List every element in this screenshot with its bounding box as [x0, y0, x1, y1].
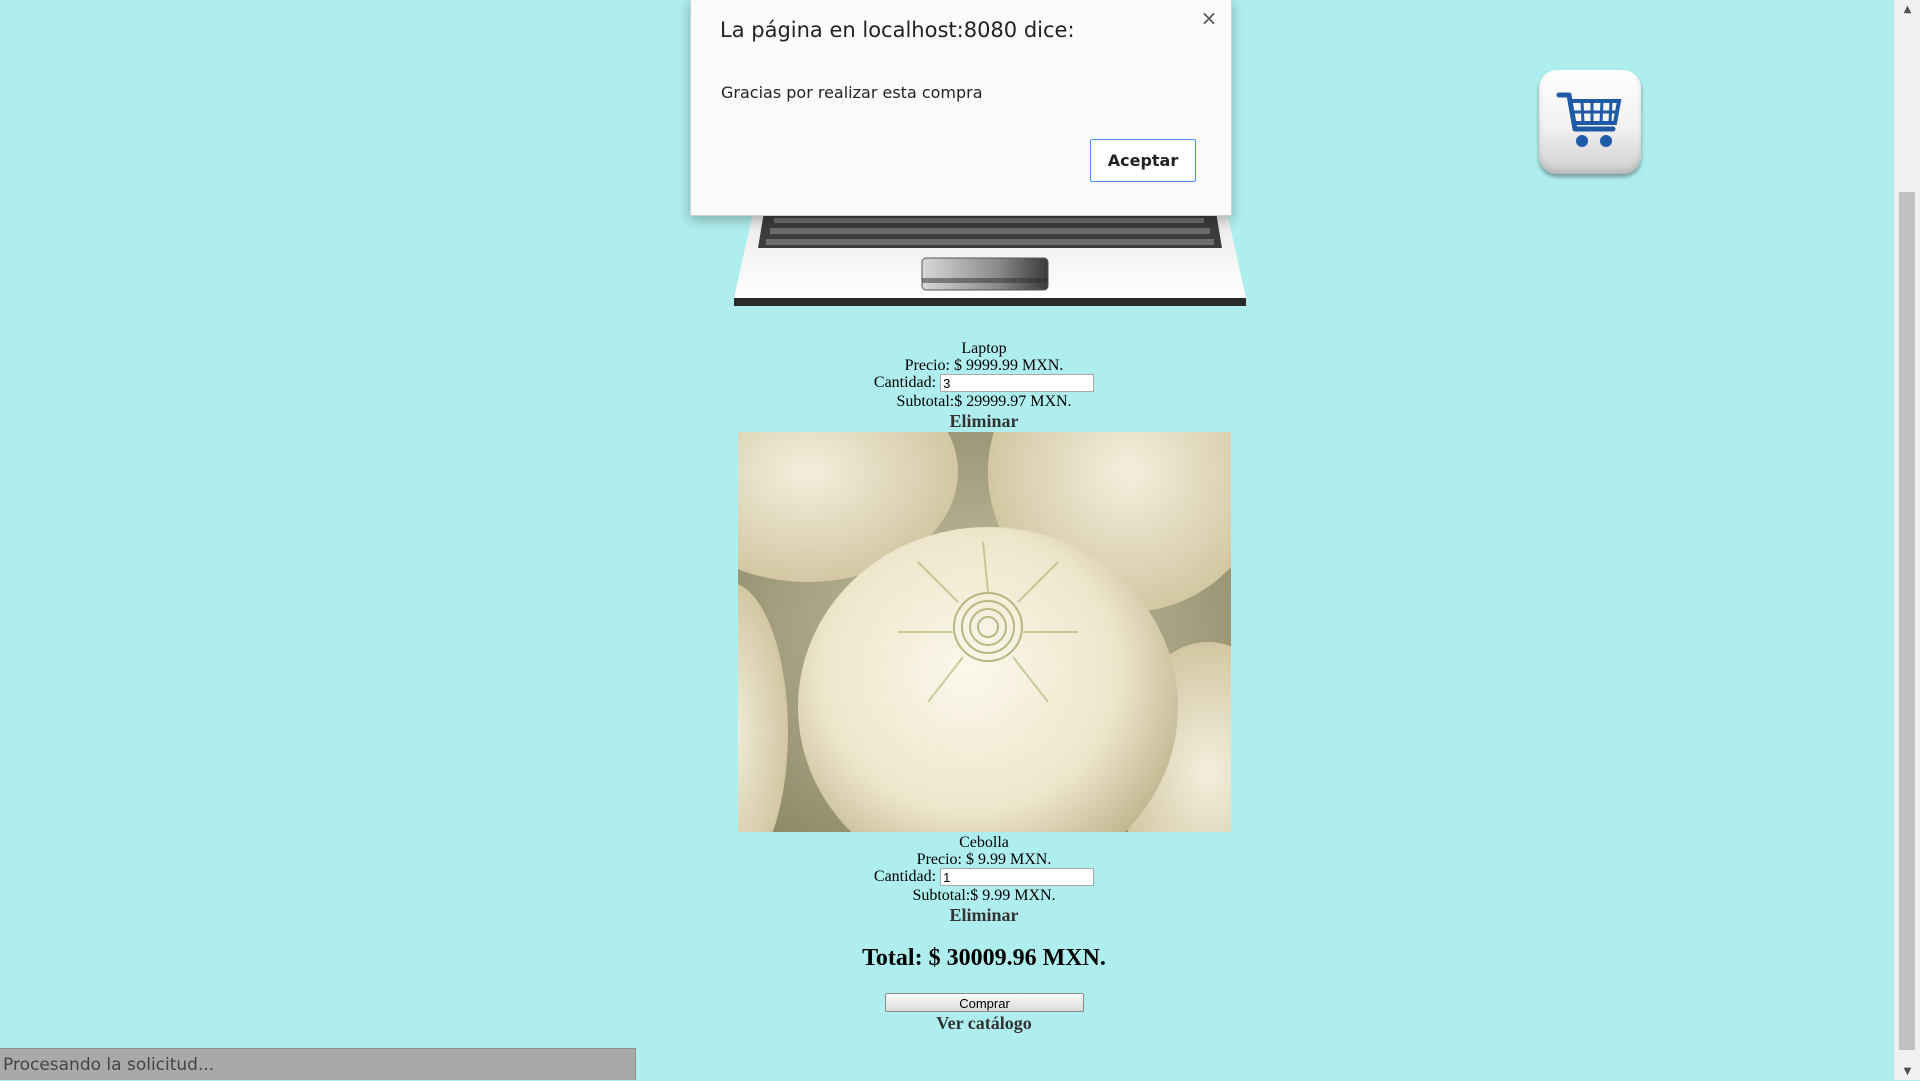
quantity-input[interactable] [940, 868, 1095, 887]
accept-button[interactable]: Aceptar [1090, 139, 1196, 182]
shopping-cart-icon [1556, 92, 1622, 147]
status-bar: Procesando la solicitud... [0, 1048, 636, 1080]
dialog-message: Gracias por realizar esta compra [721, 83, 983, 102]
cart-item-laptop: Laptop Precio: $ 9999.99 MXN. Cantidad: … [640, 340, 1328, 432]
onion-image [738, 432, 1231, 832]
remove-item-link[interactable]: Eliminar [640, 410, 1328, 432]
item-price: Precio: $ 9999.99 MXN. [904, 357, 1064, 374]
item-price: Precio: $ 9.99 MXN. [916, 851, 1052, 868]
dialog-title: La página en localhost:8080 dice: [720, 18, 1075, 42]
cart-button[interactable] [1539, 70, 1641, 174]
item-name: Cebolla [959, 834, 1009, 851]
scroll-down-arrow-icon[interactable]: ▼ [1895, 1062, 1920, 1080]
cart-item-cebolla: Cebolla Precio: $ 9.99 MXN. Cantidad: Su… [640, 834, 1328, 926]
item-quantity-row: Cantidad: [640, 374, 1328, 393]
laptop-image [734, 208, 1246, 306]
quantity-input[interactable] [940, 374, 1095, 393]
alert-dialog: La página en localhost:8080 dice: × Grac… [690, 0, 1232, 216]
item-subtotal: Subtotal:$ 29999.97 MXN. [896, 393, 1072, 411]
item-subtotal: Subtotal:$ 9.99 MXN. [912, 887, 1056, 905]
quantity-label: Cantidad: [873, 374, 937, 391]
scroll-up-arrow-icon[interactable]: ▲ [1895, 0, 1920, 18]
scroll-thumb[interactable] [1899, 192, 1915, 1050]
view-catalog-link[interactable]: Ver catálogo [640, 1013, 1328, 1034]
buy-button[interactable]: Comprar [885, 993, 1084, 1012]
quantity-label: Cantidad: [873, 868, 937, 885]
item-name: Laptop [961, 340, 1007, 357]
order-total: Total: $ 30009.96 MXN. [862, 945, 1106, 971]
item-quantity-row: Cantidad: [640, 868, 1328, 887]
close-icon[interactable]: × [1197, 6, 1221, 30]
remove-item-link[interactable]: Eliminar [640, 904, 1328, 926]
vertical-scrollbar[interactable]: ▲ ▼ [1894, 0, 1920, 1080]
